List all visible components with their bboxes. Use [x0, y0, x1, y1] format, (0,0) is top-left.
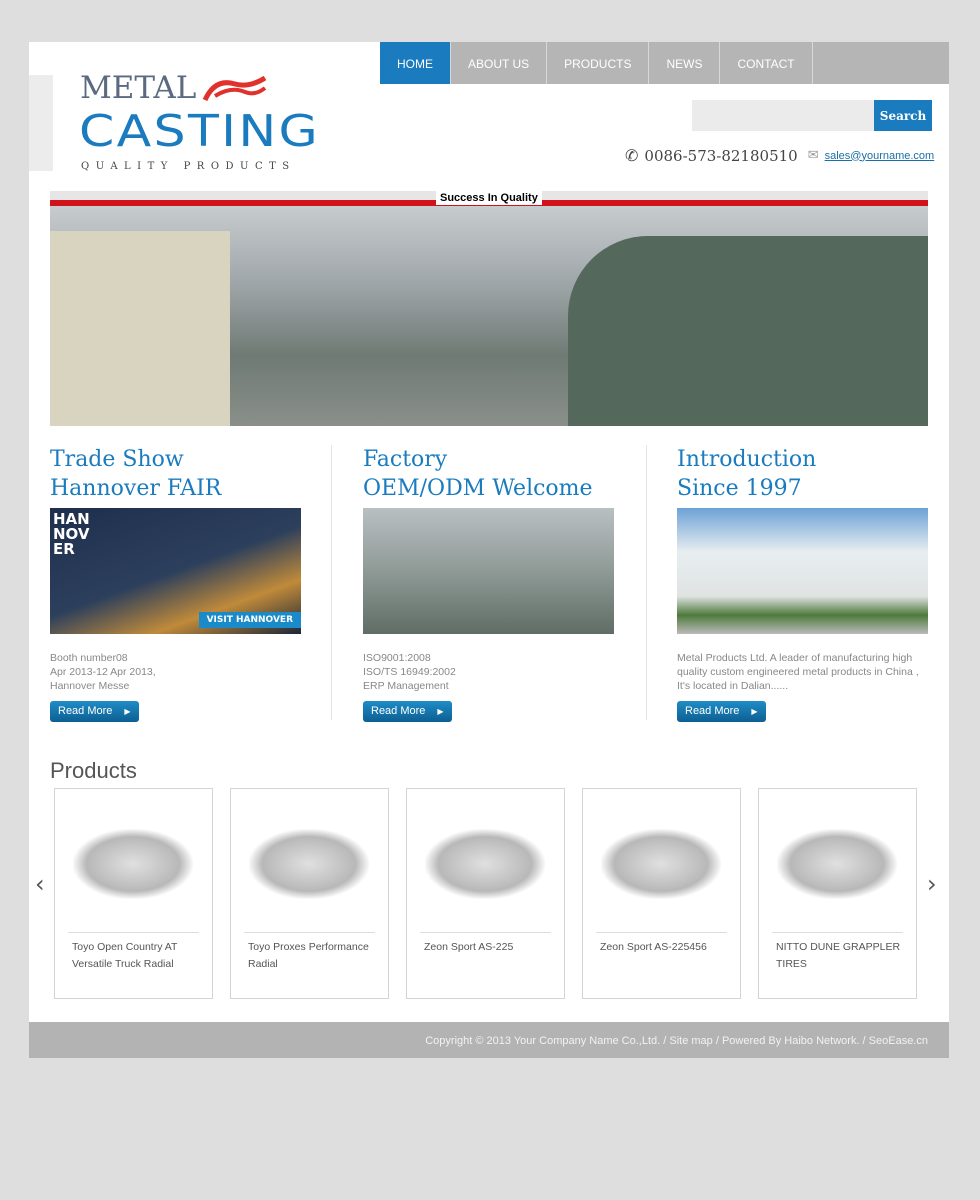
read-more-button[interactable]: Read More ▶	[50, 701, 139, 722]
arrow-right-icon: ▶	[124, 707, 131, 716]
nav-products[interactable]: PRODUCTS	[547, 42, 650, 84]
factory-image	[363, 508, 614, 634]
building-image	[677, 508, 928, 634]
product-card[interactable]: Zeon Sport AS-225	[406, 788, 565, 999]
contact-info: ✆ 0086-573-82180510 ✉ sales@yourname.com	[625, 146, 934, 165]
product-card[interactable]: NITTO DUNE GRAPPLER TIRES	[758, 788, 917, 999]
logo-line1: METAL	[80, 70, 197, 106]
divider	[331, 445, 332, 720]
column-introduction: Introduction Since 1997 Metal Products Lt…	[677, 445, 928, 722]
nav-home[interactable]: HOME	[380, 42, 451, 84]
products-title: Products	[50, 758, 137, 783]
product-image	[777, 829, 897, 899]
phone-icon: ✆	[625, 146, 639, 165]
read-more-button[interactable]: Read More ▶	[677, 701, 766, 722]
arrow-right-icon: ▶	[437, 707, 444, 716]
carousel-prev-icon[interactable]: ‹	[35, 870, 45, 898]
column-factory: Factory OEM/ODM Welcome ISO9001:2008 ISO/T…	[363, 445, 614, 722]
product-name[interactable]: NITTO DUNE GRAPPLER TIRES	[776, 939, 906, 973]
product-image	[249, 829, 369, 899]
decor-bar	[29, 75, 53, 171]
product-image	[601, 829, 721, 899]
product-image	[73, 829, 193, 899]
read-more-button[interactable]: Read More ▶	[363, 701, 452, 722]
nav-news[interactable]: NEWS	[649, 42, 721, 84]
email-link[interactable]: sales@yourname.com	[825, 150, 935, 162]
column-trade-show: Trade Show Hannover FAIR HAN NOV ER VISIT H…	[50, 445, 301, 722]
search-button[interactable]: Search	[874, 100, 932, 131]
column-title: Trade Show Hannover FAIR	[50, 447, 222, 501]
product-card[interactable]: Toyo Open Country AT Versatile Truck Rad…	[54, 788, 213, 999]
product-name[interactable]: Toyo Open Country AT Versatile Truck Rad…	[72, 939, 202, 973]
column-title: Introduction Since 1997	[677, 447, 817, 501]
main-nav: HOME ABOUT US PRODUCTS NEWS CONTACT	[380, 42, 949, 84]
product-name[interactable]: Toyo Proxes Performance Radial	[248, 939, 378, 973]
divider	[646, 445, 647, 720]
product-name[interactable]: Zeon Sport AS-225456	[600, 939, 730, 956]
column-text: Booth number08 Apr 2013-12 Apr 2013, Hanno…	[50, 652, 156, 692]
mail-icon: ✉	[807, 148, 819, 163]
phone-number: 0086-573-82180510	[644, 146, 798, 165]
footer: Copyright © 2013 Your Company Name Co.,L…	[29, 1022, 949, 1058]
product-card[interactable]: Toyo Proxes Performance Radial	[230, 788, 389, 999]
banner-tag: Success In Quality	[436, 191, 542, 205]
search-input[interactable]	[692, 100, 874, 131]
product-card[interactable]: Zeon Sport AS-225456	[582, 788, 741, 999]
column-text: ISO9001:2008 ISO/TS 16949:2002 ERP Managem…	[363, 652, 456, 692]
hero-banner: Success In Quality	[50, 191, 928, 426]
column-text: Metal Products Ltd. A leader of manufact…	[677, 652, 919, 692]
product-name[interactable]: Zeon Sport AS-225	[424, 939, 554, 956]
hannover-image: HAN NOV ER VISIT HANNOVER	[50, 508, 301, 634]
logo-swoosh-icon	[202, 75, 267, 102]
arrow-right-icon: ▶	[751, 707, 758, 716]
logo-line2: CASTING	[79, 106, 321, 157]
carousel-next-icon[interactable]: ›	[927, 870, 937, 898]
nav-about-us[interactable]: ABOUT US	[451, 42, 548, 84]
page-container: HOME ABOUT US PRODUCTS NEWS CONTACT META…	[29, 42, 949, 1058]
banner-machine	[50, 231, 230, 426]
product-image	[425, 829, 545, 899]
nav-contact[interactable]: CONTACT	[720, 42, 813, 84]
banner-machine	[568, 236, 928, 426]
logo-tagline: QUALITY PRODUCTS	[81, 161, 296, 172]
column-title: Factory OEM/ODM Welcome	[363, 447, 593, 501]
